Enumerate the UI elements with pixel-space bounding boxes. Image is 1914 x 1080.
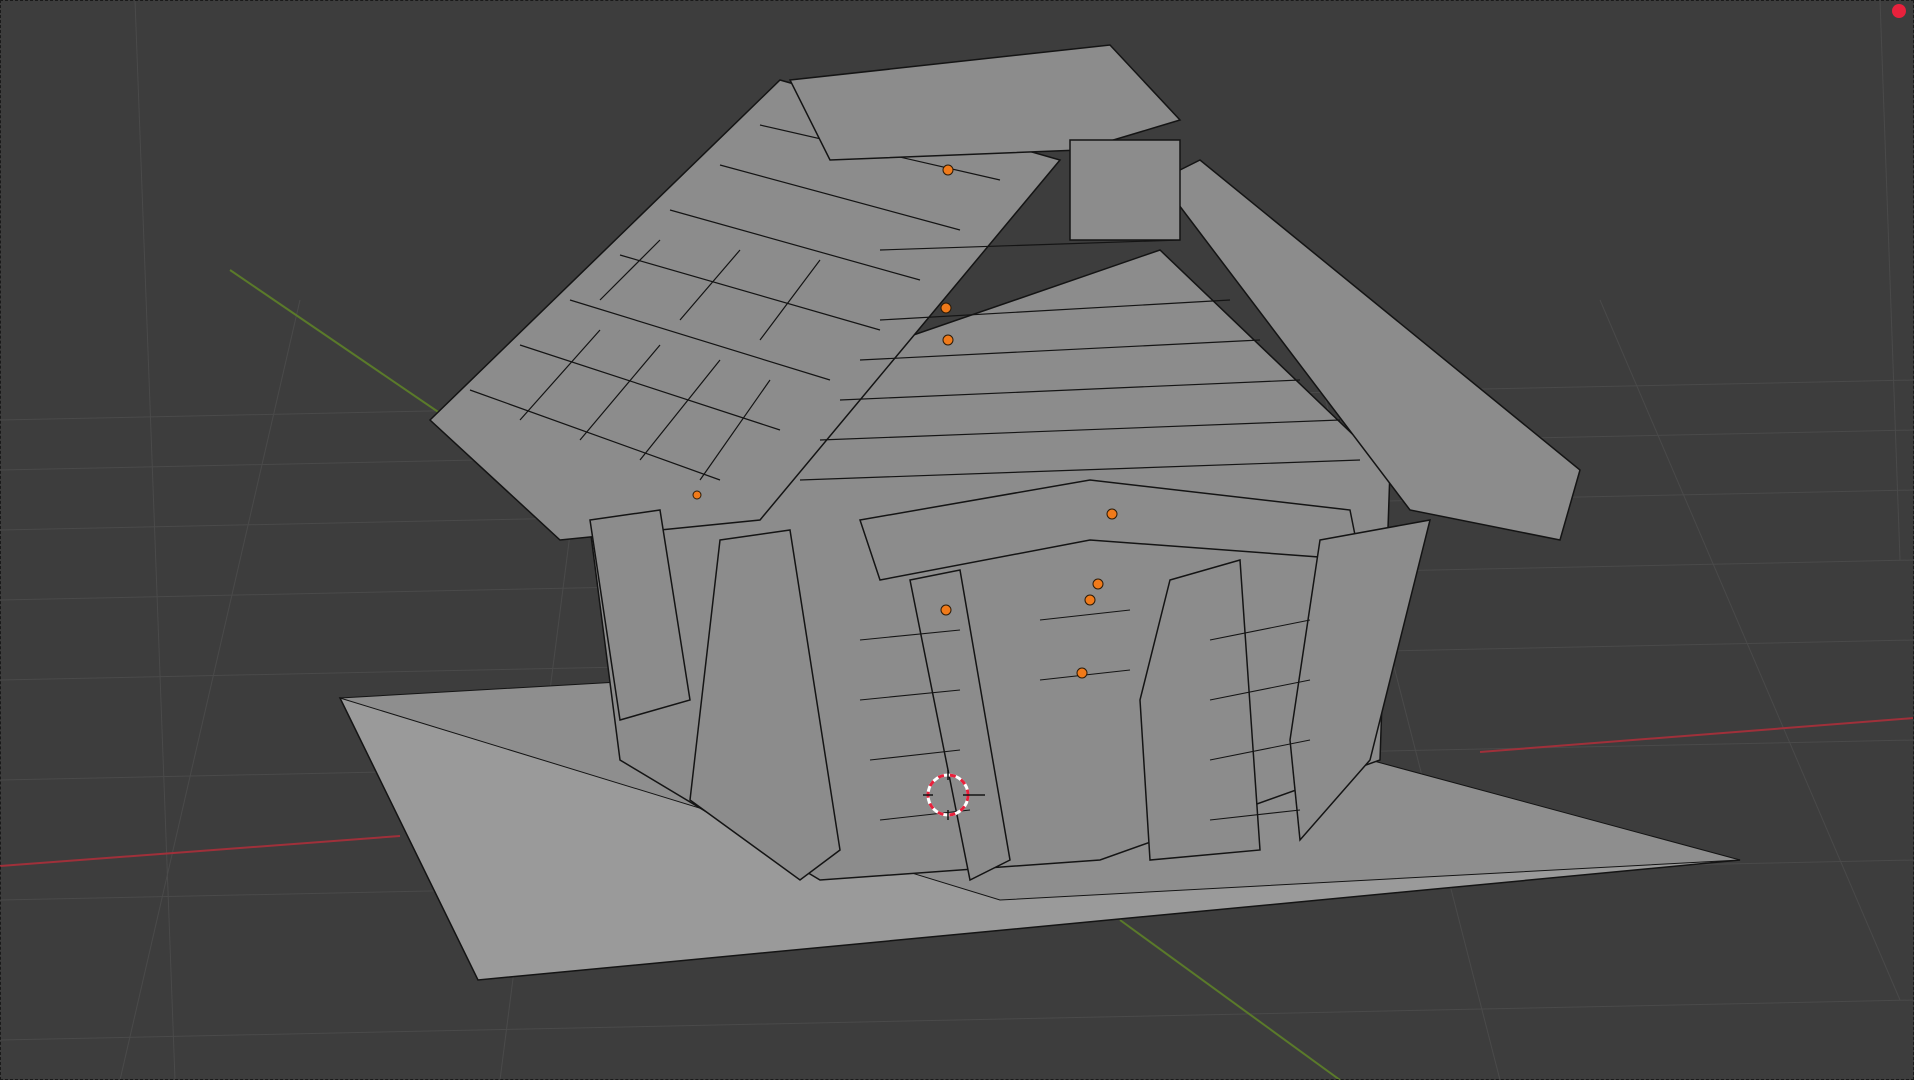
viewport-canvas[interactable] [0, 0, 1914, 1080]
origin-point [692, 490, 702, 500]
origin-point [940, 604, 952, 616]
chimney [1069, 139, 1181, 241]
x-axis-line [0, 835, 401, 867]
y-axis-line [229, 269, 451, 421]
origin-point [1076, 667, 1088, 679]
origin-point [940, 302, 952, 314]
origin-point [942, 334, 954, 346]
origin-point [1106, 508, 1118, 520]
y-axis-line-bottom [1119, 919, 1341, 1080]
recording-indicator-icon [1892, 4, 1906, 18]
origin-point [1092, 578, 1104, 590]
3d-viewport[interactable] [0, 0, 1914, 1080]
x-axis-line-right [1479, 717, 1914, 753]
origin-point [1084, 594, 1096, 606]
origin-point [942, 164, 954, 176]
